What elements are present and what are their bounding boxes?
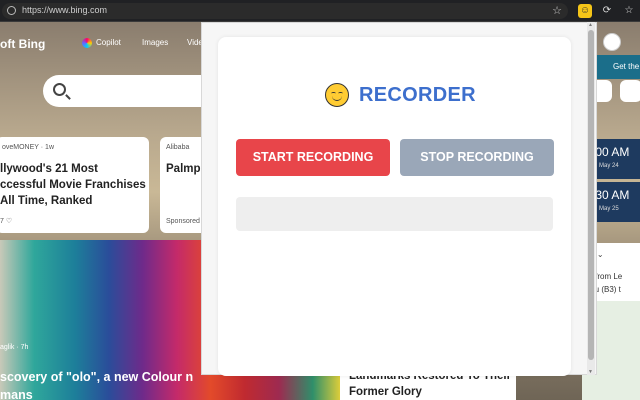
profile-avatar[interactable] xyxy=(603,33,621,51)
scroll-thumb[interactable] xyxy=(588,30,594,360)
scroll-down-icon[interactable]: ▼ xyxy=(588,369,593,375)
stop-recording-button[interactable]: STOP RECORDING xyxy=(400,139,554,176)
search-icon[interactable] xyxy=(53,83,66,96)
scroll-up-icon[interactable]: ▲ xyxy=(588,22,593,28)
feature-source: aglik · 7h xyxy=(0,344,29,351)
card-meta: 7 ♡ xyxy=(0,218,13,225)
popup-body: RECORDER START RECORDING STOP RECORDING xyxy=(218,37,571,376)
sponsored-label: Sponsored xyxy=(166,218,200,225)
copilot-icon[interactable] xyxy=(82,38,92,48)
browser-toolbar: https://www.bing.com ☆ ☺ ⟳ ☆ xyxy=(0,0,640,22)
card-source: Alibaba xyxy=(166,144,190,151)
news-card[interactable]: oveMONEY · 1w llywood's 21 Most ccessful… xyxy=(0,137,149,233)
bing-logo[interactable]: oft Bing xyxy=(0,37,45,51)
popup-scrollbar[interactable]: ▲ ▼ xyxy=(587,22,595,375)
url-text[interactable]: https://www.bing.com xyxy=(22,5,107,15)
favorites-icon[interactable]: ☆ xyxy=(622,4,636,18)
recorder-popup: RECORDER START RECORDING STOP RECORDING xyxy=(201,22,597,376)
address-bar[interactable]: https://www.bing.com ☆ xyxy=(2,3,568,19)
weather-time: :00 AM xyxy=(592,145,630,159)
weather-date: May 24 xyxy=(599,163,619,169)
nav-copilot[interactable]: Copilot xyxy=(96,38,121,47)
recorder-extension-icon[interactable]: ☺ xyxy=(578,4,592,18)
site-info-icon[interactable] xyxy=(7,6,16,15)
get-app-banner[interactable]: Get the xyxy=(596,55,640,79)
weather-date: May 25 xyxy=(599,206,619,212)
weather-time: :30 AM xyxy=(592,188,630,202)
search-box[interactable] xyxy=(43,75,223,107)
copilot-app-icon[interactable] xyxy=(620,80,640,102)
nav-images[interactable]: Images xyxy=(142,38,168,47)
bookmark-star-icon[interactable]: ☆ xyxy=(552,4,562,18)
feature-headline[interactable]: scovery of "olo", a new Colour n mans xyxy=(0,368,193,400)
card-headline[interactable]: llywood's 21 Most ccessful Movie Franchi… xyxy=(0,161,146,209)
popup-title: RECORDER xyxy=(359,84,476,106)
start-recording-button[interactable]: START RECORDING xyxy=(236,139,390,176)
smiley-icon xyxy=(325,83,349,107)
settings-extension-icon[interactable]: ⟳ xyxy=(600,4,614,18)
status-display xyxy=(236,197,553,231)
card-headline[interactable]: Palmp xyxy=(166,161,201,177)
card-source: oveMONEY · 1w xyxy=(2,144,54,151)
